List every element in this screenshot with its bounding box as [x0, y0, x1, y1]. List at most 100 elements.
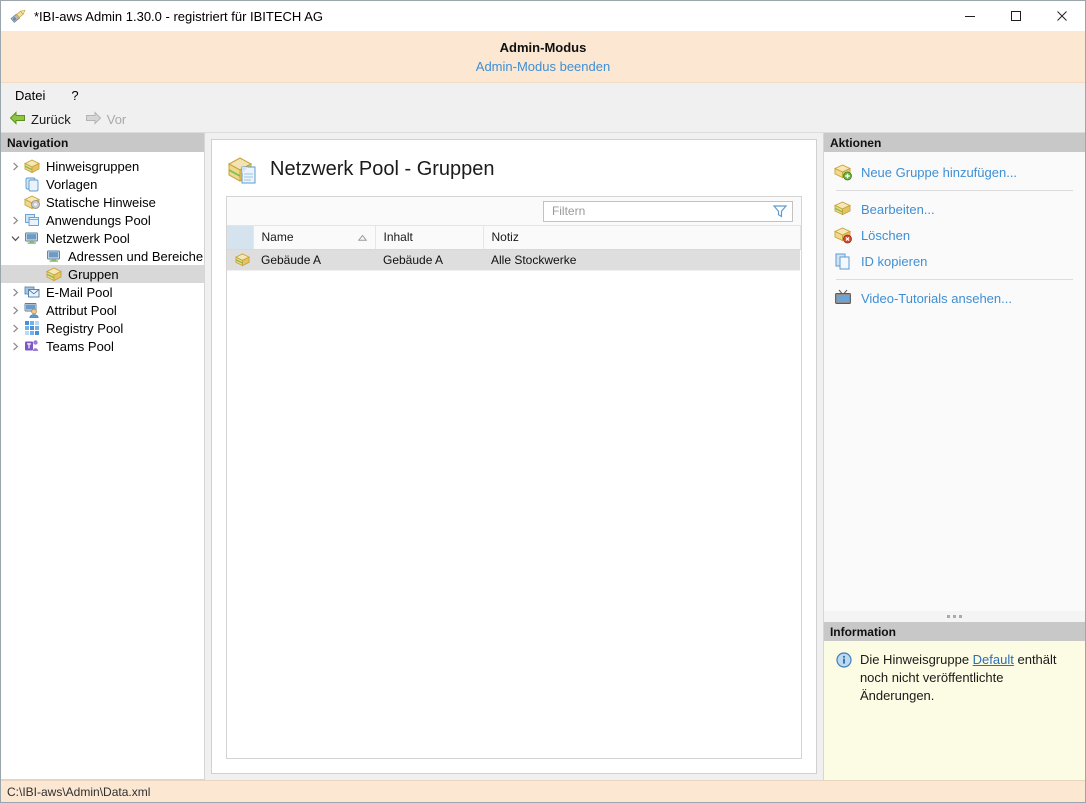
application-window: *IBI-aws Admin 1.30.0 - registriert für … — [0, 0, 1086, 803]
blue-windows-icon — [23, 212, 41, 228]
funnel-icon[interactable] — [772, 204, 788, 218]
sort-ascending-icon — [357, 230, 367, 244]
chevron-right-icon[interactable] — [7, 216, 23, 225]
navigation-toolbar: Zurück Vor — [1, 107, 1085, 133]
action-separator — [835, 279, 1073, 280]
blue-stack-icon — [23, 176, 41, 192]
grid-header-row: Name Inhalt Notiz — [227, 226, 801, 250]
sidebar-item-label: Gruppen — [68, 266, 119, 282]
content-area: Netzwerk Pool - Gruppen Filtern Name Inh… — [205, 133, 823, 780]
action-l-schen[interactable]: Löschen — [824, 222, 1085, 248]
box-edit-icon — [833, 200, 852, 218]
chevron-right-icon[interactable] — [7, 324, 23, 333]
app-icon — [7, 5, 29, 27]
tv-icon — [834, 289, 852, 307]
sidebar-item-hinweisgruppen[interactable]: Hinweisgruppen — [1, 157, 204, 175]
actions-panel-header: Aktionen — [823, 133, 1085, 152]
minimize-button[interactable] — [947, 1, 993, 31]
sidebar-item-label: Anwendungs Pool — [46, 212, 151, 228]
sidebar-item-registry-pool[interactable]: Registry Pool — [1, 319, 204, 337]
gold-box-gear-icon — [23, 194, 41, 210]
action-label: Löschen — [860, 227, 911, 243]
chevron-right-icon[interactable] — [7, 306, 23, 315]
mail-icon — [23, 284, 41, 300]
column-header-inhalt[interactable]: Inhalt — [375, 226, 484, 250]
splitter-dot — [946, 615, 950, 618]
grid-toolbar: Filtern — [227, 197, 801, 226]
sidebar-item-attribut-pool[interactable]: Attribut Pool — [1, 301, 204, 319]
sidebar-item-label: Teams Pool — [46, 338, 114, 354]
copy-icon — [834, 252, 852, 270]
action-separator — [835, 190, 1073, 191]
info-icon — [836, 652, 852, 668]
action-neue-gruppe-hinzuf-gen[interactable]: Neue Gruppe hinzufügen... — [824, 159, 1085, 185]
navigation-panel: Navigation Hinweisgruppen Vorlagen Statisc… — [1, 133, 205, 780]
action-label: Neue Gruppe hinzufügen... — [860, 164, 1018, 180]
action-bearbeiten[interactable]: Bearbeiten... — [824, 196, 1085, 222]
action-id-kopieren[interactable]: ID kopieren — [824, 248, 1085, 274]
information-panel-header: Information — [823, 622, 1085, 641]
menu-item-datei[interactable]: Datei — [11, 86, 49, 105]
sidebar-item-label: Adressen und Bereiche — [68, 248, 204, 264]
admin-mode-banner: Admin-Modus Admin-Modus beenden — [1, 31, 1085, 83]
sidebar-item-label: Registry Pool — [46, 320, 124, 336]
window-controls — [947, 1, 1085, 31]
chevron-right-icon[interactable] — [7, 162, 23, 171]
data-grid: Filtern Name Inhalt Notiz Gebäude A Gebä… — [226, 196, 802, 759]
right-column: Aktionen Neue Gruppe hinzufügen... Bearbe… — [822, 133, 1085, 780]
chevron-right-icon[interactable] — [7, 342, 23, 351]
teams-icon — [23, 338, 41, 354]
sidebar-item-gruppen[interactable]: Gruppen — [1, 265, 204, 283]
sidebar-item-label: Netzwerk Pool — [46, 230, 130, 246]
chevron-right-icon[interactable] — [7, 288, 23, 297]
sidebar-item-label: Attribut Pool — [46, 302, 117, 318]
navigation-panel-header: Navigation — [1, 133, 204, 152]
admin-mode-exit-link[interactable]: Admin-Modus beenden — [476, 59, 610, 74]
admin-mode-title: Admin-Modus — [499, 39, 587, 55]
grid-blue-icon — [23, 320, 41, 336]
sidebar-item-anwendungs-pool[interactable]: Anwendungs Pool — [1, 211, 204, 229]
page-title: Netzwerk Pool - Gruppen — [270, 157, 495, 180]
cell-inhalt: Gebäude A — [375, 249, 483, 271]
information-link[interactable]: Default — [973, 652, 1014, 667]
maximize-button[interactable] — [993, 1, 1039, 31]
action-label: Video-Tutorials ansehen... — [860, 290, 1012, 306]
navigation-tree[interactable]: Hinweisgruppen Vorlagen Statische Hinweise… — [1, 152, 204, 780]
filter-placeholder: Filtern — [551, 204, 586, 218]
cell-notiz: Alle Stockwerke — [483, 249, 801, 271]
column-header-name[interactable]: Name — [253, 226, 376, 250]
close-button[interactable] — [1039, 1, 1085, 31]
information-message: Die Hinweisgruppe Default enthält noch n… — [860, 651, 1073, 705]
status-bar: C:\IBI-aws\Admin\Data.xml — [1, 780, 1085, 802]
action-label: Bearbeiten... — [860, 201, 935, 217]
sidebar-item-teams-pool[interactable]: Teams Pool — [1, 337, 204, 355]
back-button[interactable]: Zurück — [9, 111, 71, 128]
action-video-tutorials-ansehen[interactable]: Video-Tutorials ansehen... — [824, 285, 1085, 311]
arrow-right-icon — [85, 111, 102, 128]
menu-item-help[interactable]: ? — [67, 86, 82, 105]
actions-list: Neue Gruppe hinzufügen... Bearbeiten... Lö… — [823, 152, 1085, 611]
sidebar-item-e-mail-pool[interactable]: E-Mail Pool — [1, 283, 204, 301]
gold-box-icon — [23, 158, 41, 174]
forward-button[interactable]: Vor — [85, 111, 126, 128]
gold-box-document-icon — [226, 152, 260, 186]
information-text-before: Die Hinweisgruppe — [859, 652, 973, 667]
column-header-icon[interactable] — [227, 226, 254, 250]
sidebar-item-adressen-und-bereiche[interactable]: Adressen und Bereiche — [1, 247, 204, 265]
filter-input[interactable]: Filtern — [542, 200, 793, 222]
monitor-icon — [23, 230, 41, 246]
row-icon-cell — [227, 249, 253, 271]
sidebar-item-statische-hinweise[interactable]: Statische Hinweise — [1, 193, 204, 211]
title-bar: *IBI-aws Admin 1.30.0 - registriert für … — [1, 1, 1085, 31]
panel-splitter[interactable] — [822, 611, 1085, 622]
grid-table: Name Inhalt Notiz Gebäude A Gebäude A Alle… — [227, 226, 801, 271]
table-row[interactable]: Gebäude A Gebäude A Alle Stockwerke — [227, 249, 801, 271]
sidebar-item-netzwerk-pool[interactable]: Netzwerk Pool — [1, 229, 204, 247]
sidebar-item-label: Hinweisgruppen — [46, 158, 140, 174]
monitor-small-icon — [45, 248, 63, 264]
grid-body: Gebäude A Gebäude A Alle Stockwerke — [227, 249, 801, 271]
box-delete-icon — [833, 226, 852, 244]
sidebar-item-vorlagen[interactable]: Vorlagen — [1, 175, 204, 193]
column-header-notiz[interactable]: Notiz — [483, 226, 801, 250]
chevron-down-icon[interactable] — [7, 234, 23, 243]
